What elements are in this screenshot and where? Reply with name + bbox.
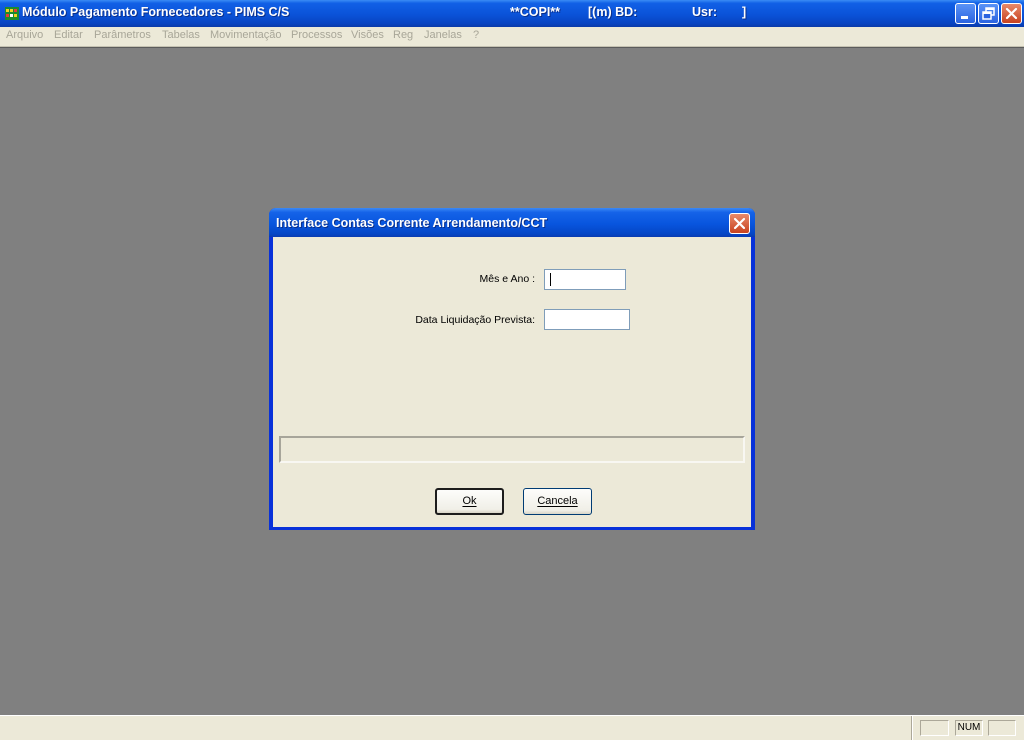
menu-arquivo[interactable]: Arquivo bbox=[6, 29, 43, 41]
menu-reg[interactable]: Reg bbox=[393, 29, 413, 41]
app-title-bar[interactable]: Módulo Pagamento Fornecedores - PIMS C/S… bbox=[0, 0, 1024, 27]
company-label: **COPI** bbox=[510, 5, 561, 19]
menu-janelas[interactable]: Janelas bbox=[424, 29, 462, 41]
settlement-date-input[interactable] bbox=[544, 309, 630, 330]
text-caret bbox=[550, 273, 551, 286]
menu-bar: Arquivo Editar Parâmetros Tabelas Movime… bbox=[0, 27, 1024, 47]
user-bracket: ] bbox=[742, 5, 747, 19]
month-year-input[interactable] bbox=[544, 269, 626, 290]
dialog-title-bar[interactable]: Interface Contas Corrente Arrendamento/C… bbox=[269, 208, 755, 237]
cancel-button-label: Cancela bbox=[537, 495, 578, 507]
database-label: [(m) BD: bbox=[588, 5, 638, 19]
dialog-close-button[interactable] bbox=[729, 213, 750, 234]
menu-visoes[interactable]: Visões bbox=[351, 29, 384, 41]
menu-tabelas[interactable]: Tabelas bbox=[162, 29, 200, 41]
month-year-label: Mês e Ano : bbox=[479, 273, 535, 285]
dialog-title: Interface Contas Corrente Arrendamento/C… bbox=[276, 216, 548, 230]
ok-button-label: Ok bbox=[462, 495, 477, 507]
settlement-date-label: Data Liquidação Prevista: bbox=[415, 314, 535, 326]
restore-button[interactable] bbox=[978, 3, 999, 24]
menu-help[interactable]: ? bbox=[473, 29, 479, 41]
status-bar: NUM bbox=[0, 715, 1024, 740]
close-icon bbox=[733, 217, 746, 230]
interface-dialog: Interface Contas Corrente Arrendamento/C… bbox=[269, 208, 755, 530]
cancel-button[interactable]: Cancela bbox=[523, 488, 592, 515]
user-label: Usr: bbox=[692, 5, 718, 19]
progress-bar bbox=[279, 436, 745, 463]
minimize-button[interactable] bbox=[955, 3, 976, 24]
close-button[interactable] bbox=[1001, 3, 1022, 24]
menu-movimentacao[interactable]: Movimentação bbox=[210, 29, 282, 41]
menu-parametros[interactable]: Parâmetros bbox=[94, 29, 151, 41]
ok-button[interactable]: Ok bbox=[435, 488, 504, 515]
close-icon bbox=[1005, 7, 1018, 20]
app-icon bbox=[5, 7, 19, 20]
dialog-body: Mês e Ano : Data Liquidação Prevista: Ok… bbox=[273, 237, 751, 527]
status-separator bbox=[911, 716, 913, 740]
menu-processos[interactable]: Processos bbox=[291, 29, 342, 41]
restore-icon bbox=[982, 7, 995, 20]
status-panel-num: NUM bbox=[955, 720, 983, 736]
app-title: Módulo Pagamento Fornecedores - PIMS C/S bbox=[22, 5, 290, 19]
menu-editar[interactable]: Editar bbox=[54, 29, 83, 41]
status-panel-scroll bbox=[988, 720, 1016, 736]
minimize-icon bbox=[961, 16, 968, 19]
status-panel-caps bbox=[920, 720, 949, 736]
